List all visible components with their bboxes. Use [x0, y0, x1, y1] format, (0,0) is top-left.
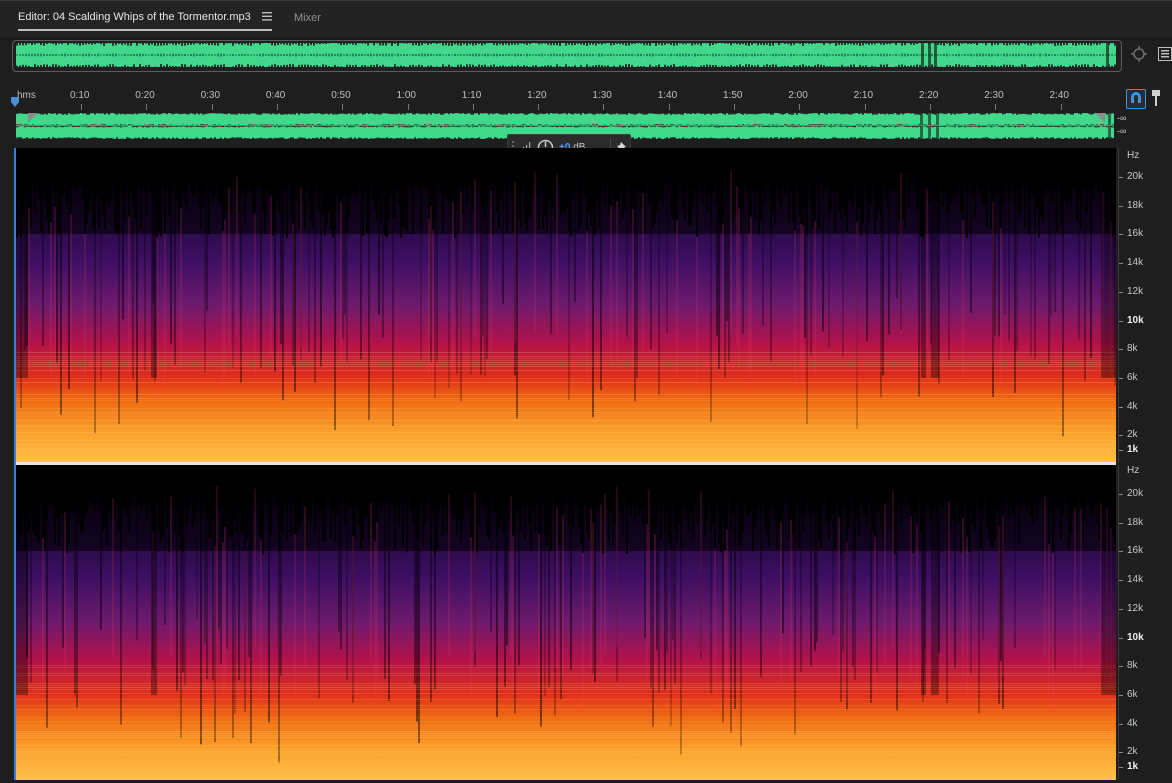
- freq-label: 1k: [1127, 761, 1139, 772]
- ruler-tick-mark: [799, 104, 801, 110]
- freq-tick: [1119, 450, 1123, 451]
- ruler-tick-label: 0:50: [331, 90, 351, 101]
- freq-label: 8k: [1127, 660, 1138, 672]
- ruler-tick-mark: [211, 104, 213, 110]
- ruler-tick-label: 1:30: [592, 90, 612, 101]
- ruler-tick-label: 1:40: [657, 90, 678, 101]
- ruler-tick-mark: [146, 104, 148, 110]
- ruler-tick-mark: [276, 104, 278, 110]
- freq-label: 14k: [1127, 257, 1144, 269]
- freq-tick: [1119, 608, 1123, 610]
- freq-unit-label: Hz: [1127, 465, 1140, 476]
- ruler-unit-label: hms: [17, 90, 36, 101]
- left-channel-db: -∞: [1117, 113, 1127, 123]
- hamburger-icon[interactable]: [262, 12, 272, 21]
- ruler-tick-mark: [342, 104, 344, 110]
- freq-label: 10k: [1127, 314, 1144, 326]
- freq-tick: [1119, 551, 1123, 553]
- freq-label: 6k: [1127, 371, 1138, 383]
- freq-tick: [1119, 752, 1123, 754]
- freq-label: 2k: [1127, 429, 1138, 441]
- freq-tick: [1119, 767, 1123, 768]
- freq-tick: [1119, 263, 1123, 265]
- frequency-scale-left: Hz 20k 18k 16k 14k 12k 10k 8k 6k 4k 2k 1k: [1118, 148, 1172, 463]
- freq-tick: [1119, 494, 1123, 495]
- freq-label: 16k: [1127, 545, 1144, 557]
- ruler-tick-label: 0:10: [70, 90, 90, 101]
- ruler-tick-label: 2:40: [1049, 90, 1069, 101]
- ruler-tick-label: 1:50: [723, 90, 743, 101]
- ruler-tick-mark: [538, 104, 540, 110]
- freq-label: 14k: [1127, 574, 1144, 586]
- freq-label: 2k: [1127, 746, 1138, 758]
- tab-mixer[interactable]: Mixer: [294, 12, 321, 24]
- ruler-tick-label: 2:20: [918, 90, 939, 101]
- zoom-navigator-icon[interactable]: [1130, 45, 1148, 63]
- freq-tick: [1119, 320, 1123, 322]
- freq-label: 20k: [1127, 171, 1144, 182]
- ruler-tick-label: 2:00: [788, 90, 808, 101]
- ruler-tick-mark: [472, 104, 474, 110]
- active-tab-underline: [18, 29, 272, 31]
- ruler-tick-mark: [603, 104, 605, 110]
- ruler-tick-mark: [734, 104, 735, 110]
- ruler-tick-label: 0:30: [200, 90, 221, 101]
- freq-tick: [1119, 522, 1123, 524]
- freq-tick: [1119, 177, 1123, 178]
- ruler-tick-label: 2:10: [853, 90, 874, 101]
- panel-menu-icon[interactable]: [1158, 47, 1172, 61]
- freq-label: 18k: [1127, 199, 1144, 211]
- freq-label: 4k: [1127, 400, 1138, 412]
- freq-tick: [1119, 205, 1123, 207]
- ruler-tick-label: 1:00: [396, 90, 416, 101]
- ruler-tick-label: 0:40: [265, 90, 286, 101]
- freq-tick: [1119, 291, 1123, 293]
- tab-editor[interactable]: Editor: 04 Scalding Whips of the Torment…: [18, 11, 251, 23]
- freq-tick: [1119, 694, 1123, 696]
- ruler-tick-mark: [81, 104, 82, 110]
- freq-tick: [1119, 580, 1123, 582]
- freq-tick: [1119, 666, 1123, 668]
- freq-tick: [1119, 435, 1123, 437]
- ruler-tick-label: 2:30: [984, 90, 1004, 101]
- freq-tick: [1119, 377, 1123, 379]
- freq-label: 16k: [1127, 228, 1144, 240]
- right-channel-db: -∞: [1117, 126, 1127, 136]
- pin-icon[interactable]: [1151, 89, 1161, 107]
- freq-label: 20k: [1127, 488, 1144, 499]
- freq-tick: [1119, 234, 1123, 236]
- ruler-tick-mark: [668, 104, 670, 110]
- freq-label: 1k: [1127, 444, 1139, 455]
- freq-label: 10k: [1127, 631, 1144, 643]
- ruler-tick-label: 1:20: [527, 90, 547, 101]
- snap-magnet-icon[interactable]: [1126, 89, 1146, 109]
- freq-label: 6k: [1127, 688, 1138, 700]
- freq-tick: [1119, 637, 1123, 639]
- ruler-tick-label: 0:20: [135, 90, 155, 101]
- ruler-tick-mark: [864, 104, 866, 110]
- frequency-scale-right: Hz 20k 18k 16k 14k 12k 10k 8k 6k 4k 2k 1k: [1118, 465, 1172, 780]
- overview-waveform[interactable]: [16, 43, 1116, 67]
- freq-label: 12k: [1127, 285, 1144, 297]
- freq-label: 4k: [1127, 717, 1138, 729]
- channel-separator: [16, 125, 1114, 126]
- freq-tick: [1119, 723, 1123, 725]
- ruler-tick-mark: [407, 104, 409, 110]
- timeline-ruler[interactable]: hms 0:10 0:20 0:30 0:40 0:50 1:00 1:10 1:20 1:30…: [14, 86, 1118, 110]
- ruler-tick-mark: [995, 104, 997, 110]
- freq-tick: [1119, 406, 1123, 408]
- freq-label: 12k: [1127, 602, 1144, 614]
- freq-label: 18k: [1127, 516, 1144, 528]
- ruler-tick-label: 1:10: [461, 90, 482, 101]
- ruler-tick-mark: [1060, 104, 1062, 110]
- spectrogram-right-channel[interactable]: [16, 465, 1116, 780]
- spectrogram-left-channel[interactable]: [16, 148, 1116, 463]
- freq-tick: [1119, 349, 1123, 351]
- freq-label: 8k: [1127, 343, 1138, 355]
- playhead-marker-icon[interactable]: [11, 97, 19, 107]
- freq-unit-label: Hz: [1127, 150, 1140, 161]
- ruler-tick-mark: [929, 104, 931, 110]
